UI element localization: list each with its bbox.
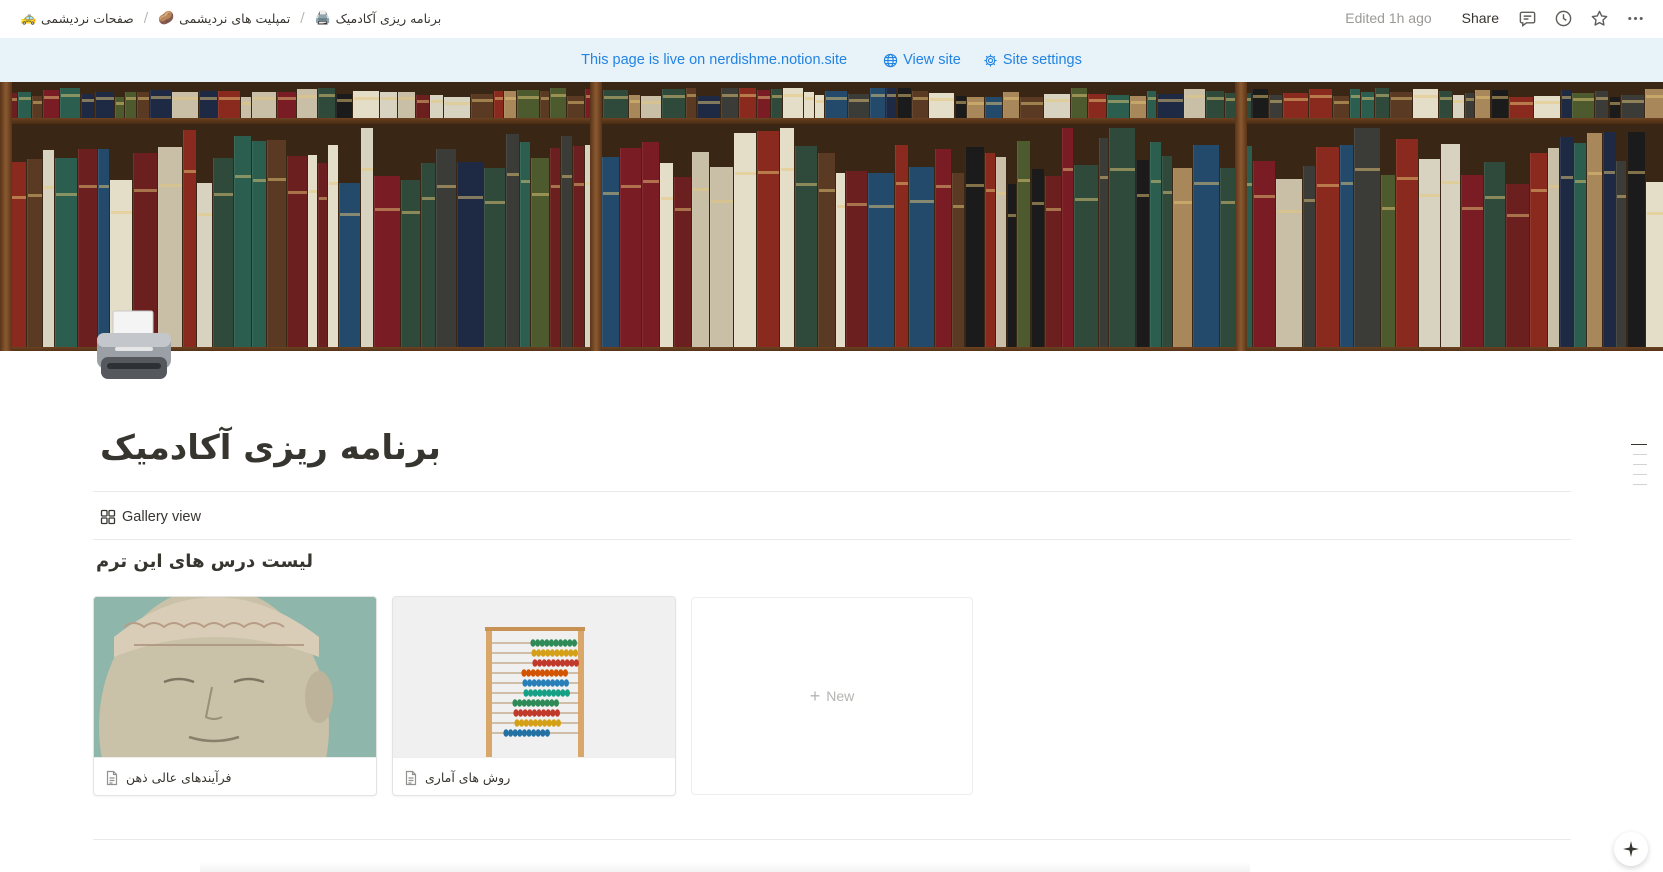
divider <box>93 491 1571 492</box>
view-label: Gallery view <box>122 509 201 525</box>
divider <box>93 839 1571 840</box>
card-title: فرآیندهای عالی ذهن <box>126 770 232 785</box>
page-cover-image[interactable] <box>0 82 1663 351</box>
top-bar: 🚕 صفحات نردیشمی / 🥔 تمپلیت های نردیشمی /… <box>0 0 1663 36</box>
printer-icon[interactable] <box>93 305 175 387</box>
new-card-button[interactable]: + New <box>691 597 973 795</box>
breadcrumb-separator: / <box>300 10 305 26</box>
breadcrumb-label: صفحات نردیشمی <box>41 10 134 26</box>
site-settings-label: Site settings <box>1002 52 1082 68</box>
breadcrumb-item-current-page[interactable]: 🖨️ برنامه ریزی آکادمیک <box>311 9 446 28</box>
more-icon[interactable] <box>1619 4 1651 32</box>
ai-assistant-button[interactable] <box>1614 832 1648 866</box>
page-icon <box>106 770 118 785</box>
share-button[interactable]: Share <box>1454 6 1507 30</box>
bookshelf-illustration <box>0 82 1663 351</box>
tab-gallery-view[interactable]: Gallery view <box>100 509 201 525</box>
comment-icon[interactable] <box>1511 4 1543 32</box>
gallery-card[interactable]: روش های آماری <box>392 596 676 796</box>
card-caption: روش های آماری <box>393 757 675 795</box>
printer-icon: 🖨️ <box>314 10 331 26</box>
breadcrumb-separator: / <box>143 10 149 26</box>
card-caption: فرآیندهای عالی ذهن <box>94 757 376 795</box>
star-icon[interactable] <box>1583 4 1615 32</box>
plus-icon: + <box>809 686 821 706</box>
site-settings-button[interactable]: Site settings <box>983 52 1082 68</box>
breadcrumb-item-templates[interactable]: 🥔 تمپلیت های نردیشمی <box>154 9 294 28</box>
database-title[interactable]: لیست درس های این ترم <box>96 551 313 572</box>
globe-icon <box>883 53 898 67</box>
bottom-shadow <box>200 862 1250 872</box>
breadcrumb-label: برنامه ریزی آکادمیک <box>335 10 442 26</box>
potato-icon: 🥔 <box>158 10 175 26</box>
breadcrumb-label: تمپلیت های نردیشمی <box>179 10 291 26</box>
sparkle-icon <box>1623 841 1639 857</box>
breadcrumb: 🚕 صفحات نردیشمی / 🥔 تمپلیت های نردیشمی /… <box>16 9 445 28</box>
gallery-card[interactable]: فرآیندهای عالی ذهن <box>93 596 377 796</box>
card-title: روش های آماری <box>425 770 511 785</box>
new-label: New <box>826 688 855 704</box>
divider <box>93 539 1571 540</box>
breadcrumb-item-nerdishme-pages[interactable]: 🚕 صفحات نردیشمی <box>16 9 138 28</box>
gallery-grid-icon <box>100 509 116 525</box>
taxi-icon: 🚕 <box>20 10 37 26</box>
site-live-text[interactable]: This page is live on nerdishme.notion.si… <box>581 52 847 68</box>
page-title[interactable]: برنامه ریزی آکادمیک <box>100 428 441 468</box>
site-live-banner: This page is live on nerdishme.notion.si… <box>0 38 1663 82</box>
view-site-button[interactable]: View site <box>883 52 961 68</box>
view-site-label: View site <box>903 52 961 68</box>
table-of-contents-indicator[interactable] <box>1631 444 1647 485</box>
brain-bust-cover <box>94 597 376 757</box>
abacus-cover <box>393 597 675 757</box>
page-icon <box>405 770 417 785</box>
edited-timestamp: Edited 1h ago <box>1345 10 1432 26</box>
history-icon[interactable] <box>1547 4 1579 32</box>
gear-icon <box>984 53 997 67</box>
